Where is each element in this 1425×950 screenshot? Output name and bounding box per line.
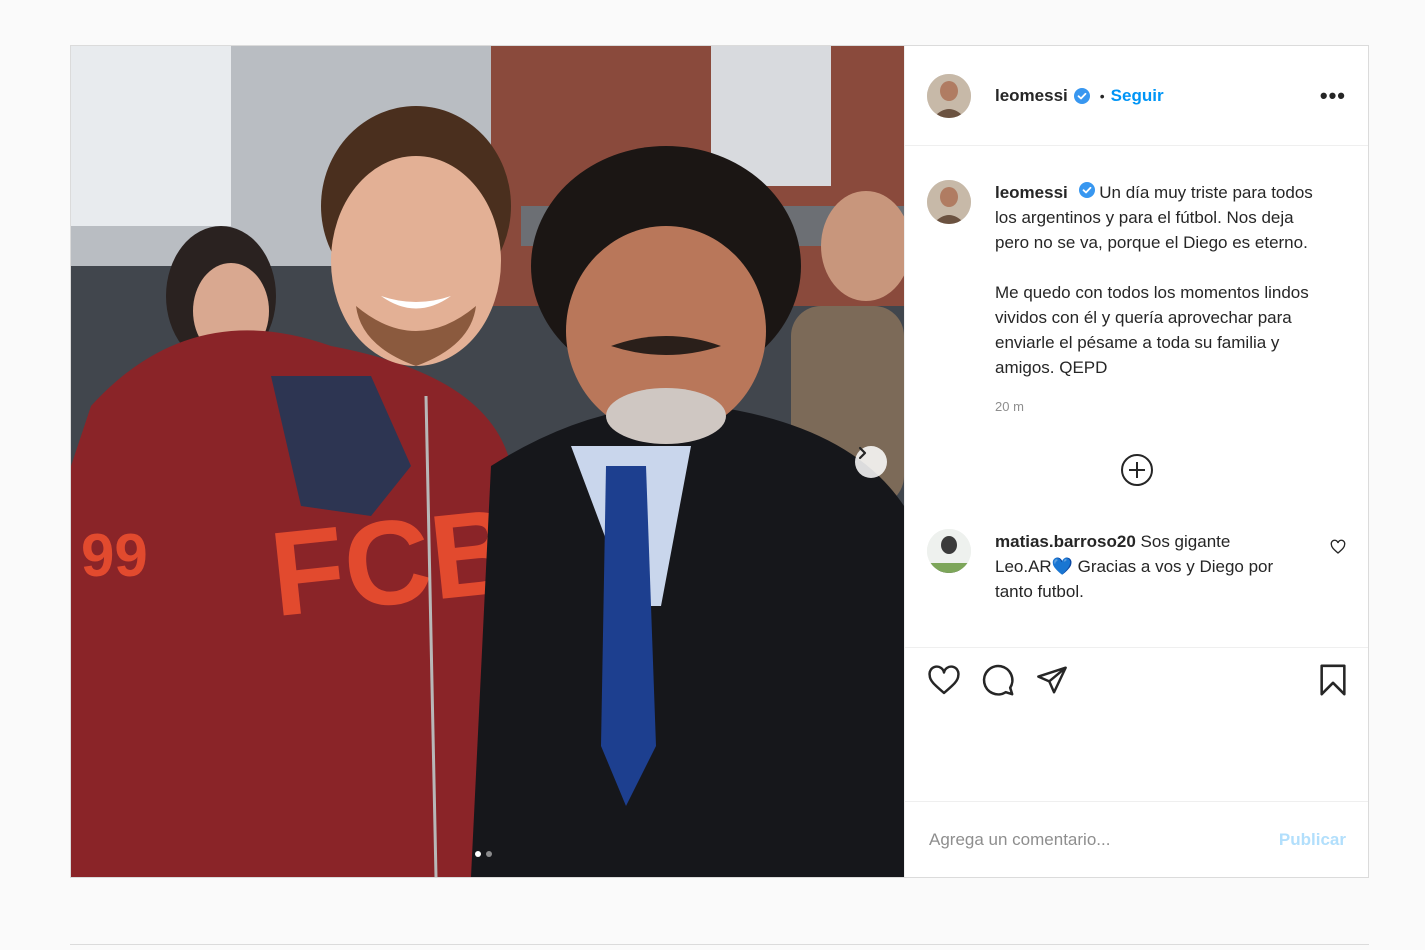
caption-text-paragraph-2: Me quedo con todos los momentos lindos v… (995, 283, 1314, 377)
verified-badge-icon (1073, 87, 1090, 104)
post-side-panel: leomessi • Seguir ••• leomessi Un día mu… (904, 46, 1368, 877)
add-comment-bar: Publicar (905, 801, 1368, 877)
comment-bubble-icon (982, 664, 1014, 696)
more-options-button[interactable]: ••• (1320, 84, 1346, 107)
carousel-indicator (475, 851, 492, 857)
comment-body: matias.barroso20 Sos gigante Leo.AR💙 Gra… (995, 529, 1275, 604)
share-button[interactable] (1035, 665, 1069, 695)
post-header: leomessi • Seguir ••• (905, 46, 1368, 146)
instagram-post: FCB 99 leomessi • Seguir ••• leomessi Un… (70, 45, 1369, 878)
page-divider (70, 944, 1369, 945)
comment-username[interactable]: matias.barroso20 (995, 532, 1136, 551)
author-username[interactable]: leomessi (995, 86, 1068, 106)
plus-circle-icon (1120, 454, 1153, 486)
commenter-avatar[interactable] (927, 529, 971, 573)
caption-author-avatar[interactable] (927, 180, 971, 224)
avatar-image (927, 73, 971, 118)
load-more-comments-button[interactable] (927, 453, 1346, 487)
publish-comment-button[interactable]: Publicar (1279, 830, 1346, 850)
like-button[interactable] (927, 664, 961, 695)
comments-section: leomessi Un día muy triste para todos lo… (905, 146, 1368, 647)
carousel-dot-active (475, 851, 481, 857)
caption-body: leomessi Un día muy triste para todos lo… (995, 180, 1325, 419)
avatar-image (927, 180, 971, 224)
comment-button[interactable] (981, 663, 1015, 697)
carousel-dot (486, 851, 492, 857)
bookmark-icon (1320, 664, 1346, 695)
carousel-next-button[interactable] (855, 446, 887, 478)
chevron-right-icon (858, 446, 867, 460)
post-caption: leomessi Un día muy triste para todos lo… (927, 180, 1346, 419)
post-timestamp[interactable]: 20 m (995, 394, 1325, 419)
avatar-image (927, 529, 971, 573)
caption-username[interactable]: leomessi (995, 183, 1068, 202)
author-avatar[interactable] (927, 73, 971, 118)
verified-badge-icon (1078, 182, 1095, 198)
comment-item: matias.barroso20 Sos gigante Leo.AR💙 Gra… (927, 529, 1346, 604)
separator-bullet: • (1099, 87, 1105, 104)
follow-button[interactable]: Seguir (1111, 86, 1164, 106)
heart-icon (1330, 539, 1346, 554)
paper-plane-icon (1037, 666, 1067, 693)
likes-area (905, 711, 1368, 801)
post-actions-bar (905, 647, 1368, 711)
svg-text:99: 99 (81, 522, 148, 589)
heart-icon (928, 664, 960, 694)
comment-input[interactable] (927, 828, 1279, 851)
post-photo[interactable]: FCB 99 (71, 46, 904, 877)
photo-illustration: FCB 99 (71, 46, 904, 877)
save-button[interactable] (1318, 663, 1348, 697)
comment-like-button[interactable] (1330, 539, 1346, 560)
